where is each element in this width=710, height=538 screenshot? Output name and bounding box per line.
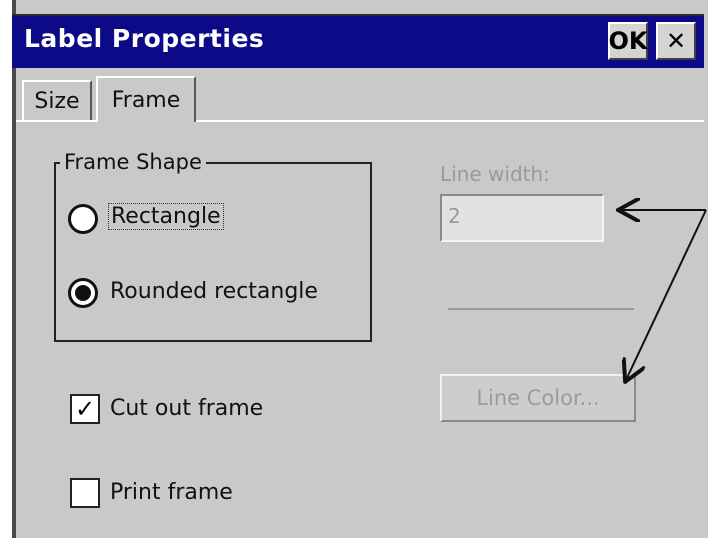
arrow-to-line-color	[626, 209, 707, 380]
annotation-arrows	[0, 0, 707, 538]
